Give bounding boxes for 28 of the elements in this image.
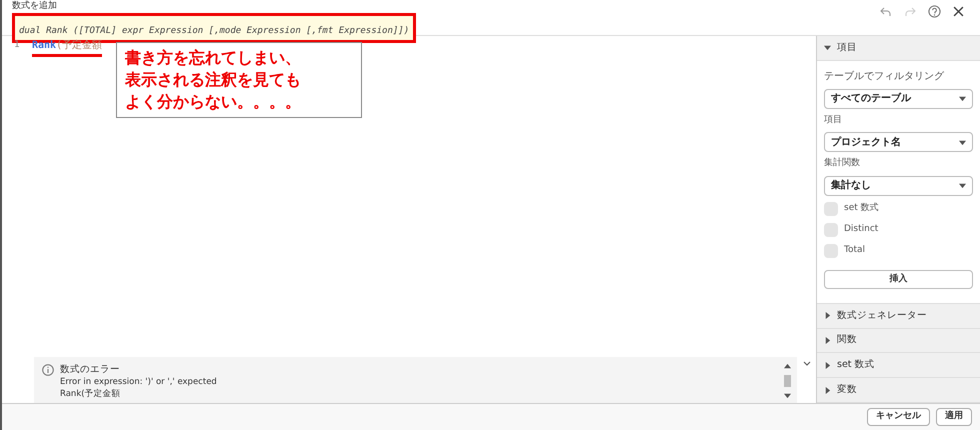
checkbox-label: Total <box>844 244 866 258</box>
dropdown[interactable]: すべてのテーブル <box>824 88 973 109</box>
error-message: Error in expression: ')' or ',' expected <box>60 376 218 388</box>
insert-button[interactable]: 挿入 <box>824 270 973 289</box>
section-header[interactable]: 数式ジェネレーター <box>817 304 980 329</box>
error-title: 数式のエラー <box>60 363 121 376</box>
annotation-text: 表示される注釈を見ても <box>125 69 302 91</box>
annotation-text: 書き方を忘れてしまい、 <box>125 47 302 69</box>
section-header[interactable]: 変数 <box>817 378 980 403</box>
cancel-button[interactable]: キャンセル <box>867 408 930 426</box>
code-function: Rank <box>32 39 56 53</box>
checkbox-label: Distinct <box>844 223 878 236</box>
section-header[interactable]: set 数式 <box>817 353 980 378</box>
code-argument: (予定金額 <box>56 38 102 53</box>
error-detail: Rank(予定金額 <box>60 388 122 400</box>
line-number: 1 <box>14 39 20 52</box>
annotation-text: よく分からない。。。。 <box>125 91 302 113</box>
field-label: 項目 <box>824 114 843 127</box>
filter-label: テーブルでフィルタリング <box>824 70 945 84</box>
syntax-hint-text: dual Rank ([TOTAL] expr Expression [,mode Expression [,fmt Expression]]) <box>19 26 410 36</box>
dialog-title: 数式を追加 <box>12 1 57 12</box>
apply-button[interactable]: 適用 <box>936 408 972 426</box>
section-header[interactable]: 関数 <box>817 328 980 354</box>
dropdown[interactable]: プロジェクト名 <box>824 132 973 152</box>
aggregation-label: 集計関数 <box>824 157 861 170</box>
section-header[interactable]: 項目 <box>817 36 980 61</box>
checkbox-label: set 数式 <box>844 202 879 216</box>
dropdown[interactable]: 集計なし <box>824 176 973 196</box>
